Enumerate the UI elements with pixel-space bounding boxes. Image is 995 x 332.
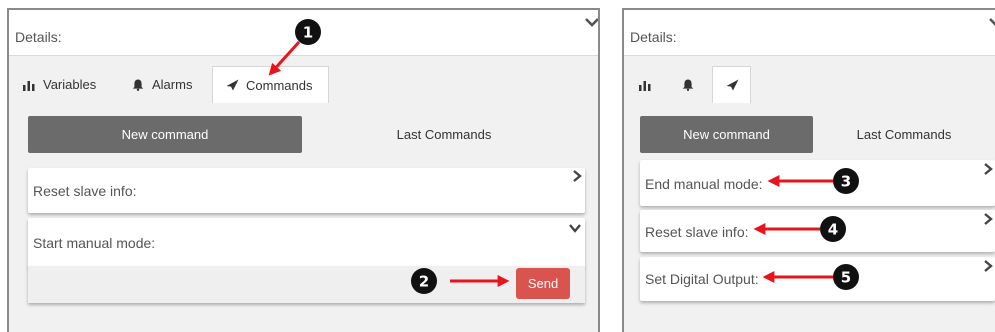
tab-alarms-label: Alarms — [152, 77, 193, 92]
command-label: Start manual mode: — [33, 235, 156, 251]
command-label: Reset slave info: — [645, 224, 749, 240]
chevron-down-icon[interactable] — [584, 14, 600, 30]
new-command-toggle[interactable]: New command — [28, 116, 302, 153]
details-panel-right: Details: New command Last Commands End m… — [622, 8, 995, 332]
chevron-down-icon[interactable] — [988, 14, 995, 30]
chevron-right-icon — [984, 260, 993, 272]
bell-icon — [132, 79, 144, 91]
command-label: Reset slave info: — [33, 183, 137, 199]
command-item-start-manual-mode[interactable]: Start manual mode: — [28, 218, 585, 268]
tab-variables-label: Variables — [43, 77, 97, 92]
details-label: Details: — [630, 29, 677, 45]
tab-alarms[interactable]: Alarms — [132, 66, 192, 103]
new-command-toggle[interactable]: New command — [640, 116, 813, 153]
last-commands-toggle[interactable]: Last Commands — [309, 116, 579, 153]
details-header: Details: — [9, 10, 598, 56]
command-item-end-manual-mode[interactable]: End manual mode: — [640, 160, 995, 206]
command-label: Set Digital Output: — [645, 271, 759, 287]
tab-commands-label: Commands — [246, 77, 313, 93]
command-item-set-digital-output[interactable]: Set Digital Output: — [640, 257, 995, 301]
tab-commands[interactable] — [712, 66, 751, 103]
details-label: Details: — [15, 29, 62, 45]
chevron-right-icon — [573, 170, 582, 182]
paper-plane-icon — [726, 79, 739, 91]
bell-icon — [682, 79, 694, 91]
tabs-row: Variables Alarms Commands — [9, 55, 598, 103]
chevron-right-icon — [984, 163, 993, 175]
command-label: End manual mode: — [645, 176, 763, 192]
details-panel-left: Details: Variables Alarms Commands New c… — [7, 8, 600, 332]
bar-chart-icon — [23, 80, 35, 91]
tabs-row — [624, 55, 995, 103]
chevron-down-icon — [569, 224, 581, 233]
last-commands-toggle[interactable]: Last Commands — [814, 116, 994, 153]
command-send-area: Send — [28, 266, 585, 303]
tab-variables[interactable]: Variables — [23, 66, 96, 103]
bar-chart-icon — [639, 80, 651, 91]
tab-commands[interactable]: Commands — [212, 66, 329, 103]
details-header: Details: — [624, 10, 995, 56]
command-item-reset-slave-info[interactable]: Reset slave info: — [28, 168, 585, 213]
command-item-reset-slave-info[interactable]: Reset slave info: — [640, 210, 995, 252]
tab-alarms[interactable] — [682, 66, 694, 103]
chevron-right-icon — [984, 213, 993, 225]
paper-plane-icon — [226, 79, 239, 91]
send-button[interactable]: Send — [516, 268, 570, 299]
tab-variables[interactable] — [639, 66, 651, 103]
